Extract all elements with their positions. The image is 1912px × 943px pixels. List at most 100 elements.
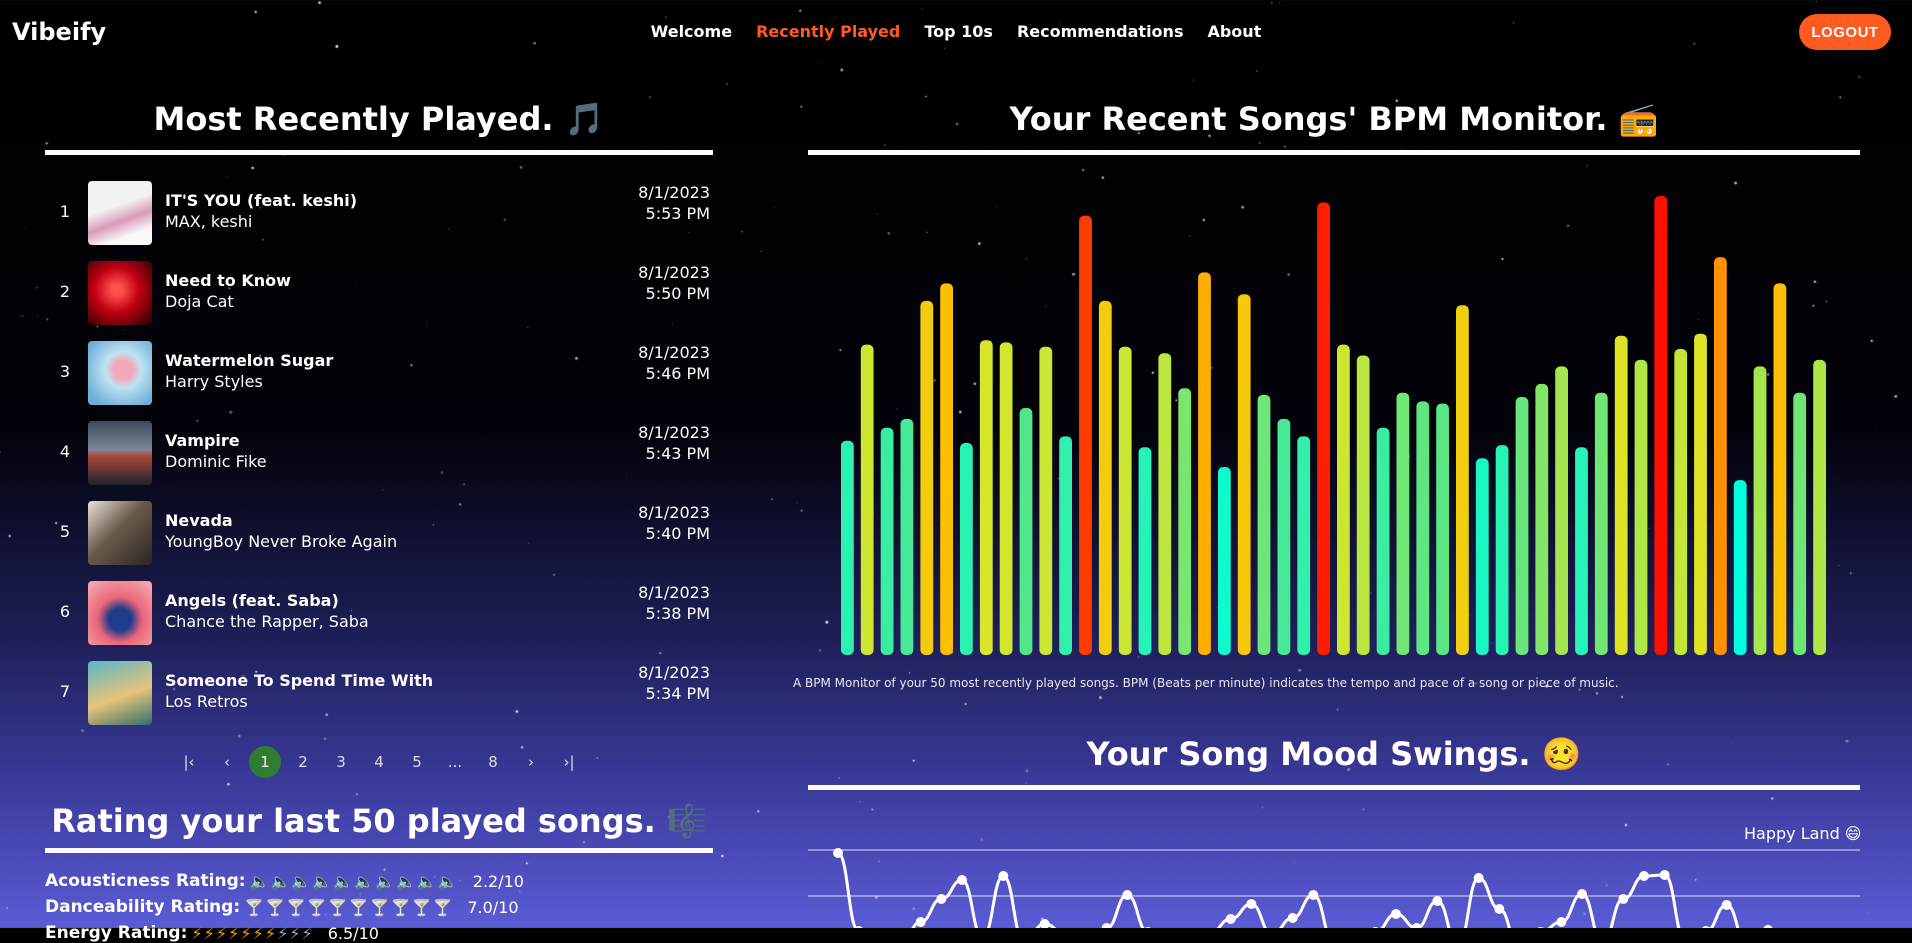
- mood-point[interactable]: [957, 875, 967, 885]
- nav-recommendations[interactable]: Recommendations: [1017, 22, 1184, 41]
- mood-point[interactable]: [833, 848, 843, 858]
- mood-point[interactable]: [1639, 871, 1649, 881]
- bpm-bar[interactable]: [1594, 392, 1608, 655]
- logout-button[interactable]: LOGOUT: [1799, 14, 1891, 50]
- track-name[interactable]: Angels (feat. Saba): [165, 591, 339, 610]
- bpm-bar[interactable]: [1416, 401, 1430, 655]
- bpm-bar[interactable]: [1356, 355, 1370, 656]
- bpm-bar[interactable]: [1118, 346, 1132, 655]
- bpm-bar[interactable]: [841, 440, 854, 655]
- track-name[interactable]: Watermelon Sugar: [165, 351, 333, 370]
- bpm-bar[interactable]: [1654, 195, 1668, 655]
- track-artist[interactable]: Chance the Rapper, Saba: [165, 612, 369, 631]
- bpm-bar[interactable]: [1039, 346, 1053, 655]
- bpm-bar[interactable]: [880, 427, 894, 655]
- track-row[interactable]: 3 Watermelon Sugar Harry Styles 8/1/2023 5:4…: [45, 338, 715, 408]
- mood-point[interactable]: [915, 917, 926, 927]
- mood-point[interactable]: [1287, 913, 1298, 923]
- bpm-bar[interactable]: [1317, 202, 1330, 656]
- page-button-4[interactable]: 4: [360, 747, 398, 777]
- track-name[interactable]: Someone To Spend Time With: [165, 671, 433, 690]
- track-row[interactable]: 4 Vampire Dominic Fike 8/1/2023 5:43 PM: [45, 418, 715, 488]
- mood-point[interactable]: [1308, 890, 1319, 900]
- mood-point[interactable]: [1391, 909, 1401, 919]
- bpm-bar[interactable]: [1257, 394, 1271, 655]
- bpm-bar[interactable]: [1079, 215, 1092, 655]
- bpm-bar[interactable]: [1634, 359, 1648, 655]
- track-artist[interactable]: MAX, keshi: [165, 212, 252, 231]
- bpm-bar[interactable]: [1555, 366, 1568, 655]
- bpm-bar[interactable]: [1098, 300, 1112, 655]
- bpm-bar[interactable]: [1614, 335, 1628, 655]
- album-art[interactable]: [88, 181, 152, 245]
- mood-point[interactable]: [1039, 919, 1050, 928]
- mood-point[interactable]: [1494, 904, 1505, 914]
- first-page-button[interactable]: |‹: [170, 747, 208, 777]
- bpm-bar[interactable]: [1059, 436, 1072, 655]
- mood-point[interactable]: [1225, 914, 1236, 924]
- bpm-bar[interactable]: [1694, 333, 1707, 655]
- mood-point[interactable]: [1473, 873, 1484, 883]
- page-button-3[interactable]: 3: [322, 747, 360, 777]
- bpm-bar[interactable]: [1436, 403, 1449, 655]
- bpm-bar[interactable]: [1019, 408, 1033, 655]
- bpm-bar[interactable]: [860, 344, 874, 655]
- bpm-bar[interactable]: [1337, 344, 1350, 655]
- mood-point[interactable]: [998, 871, 1009, 881]
- bpm-bar[interactable]: [1158, 353, 1172, 655]
- bpm-bar[interactable]: [900, 418, 914, 655]
- mood-point[interactable]: [1577, 889, 1587, 899]
- mood-point[interactable]: [1556, 917, 1567, 927]
- track-artist[interactable]: Harry Styles: [165, 372, 263, 391]
- album-art[interactable]: [88, 581, 152, 645]
- mood-point[interactable]: [1122, 890, 1133, 900]
- bpm-bar[interactable]: [1376, 427, 1390, 655]
- last-page-button[interactable]: ›|: [550, 747, 588, 777]
- page-button-8[interactable]: 8: [474, 747, 512, 777]
- track-artist[interactable]: Los Retros: [165, 692, 248, 711]
- track-name[interactable]: Need to Know: [165, 271, 291, 290]
- bpm-bar[interactable]: [1297, 436, 1311, 655]
- mood-point[interactable]: [936, 894, 947, 904]
- track-name[interactable]: IT'S YOU (feat. keshi): [165, 191, 357, 210]
- bpm-bar[interactable]: [1674, 349, 1688, 655]
- mood-point[interactable]: [1246, 899, 1257, 909]
- bpm-bar[interactable]: [1218, 467, 1231, 655]
- mood-point[interactable]: [1618, 894, 1629, 904]
- track-name[interactable]: Nevada: [165, 511, 233, 530]
- nav-top-10s[interactable]: Top 10s: [924, 22, 993, 41]
- bpm-bar[interactable]: [1733, 480, 1747, 655]
- bpm-bar[interactable]: [1535, 383, 1549, 655]
- nav-about[interactable]: About: [1207, 22, 1261, 41]
- album-art[interactable]: [88, 421, 152, 485]
- bpm-bar[interactable]: [1277, 418, 1291, 655]
- next-page-button[interactable]: ›: [512, 747, 550, 777]
- track-row[interactable]: 2 Need to Know Doja Cat 8/1/2023 5:50 PM: [45, 258, 715, 328]
- bpm-bar[interactable]: [1813, 359, 1826, 655]
- bpm-bar[interactable]: [999, 342, 1013, 655]
- album-art[interactable]: [88, 261, 152, 325]
- mood-point[interactable]: [1721, 900, 1732, 910]
- page-button-5[interactable]: 5: [398, 747, 436, 777]
- bpm-bar[interactable]: [1575, 447, 1588, 655]
- track-row[interactable]: 6 Angels (feat. Saba) Chance the Rapper, S…: [45, 578, 715, 648]
- mood-point[interactable]: [1659, 870, 1670, 880]
- nav-welcome[interactable]: Welcome: [651, 22, 732, 41]
- track-row[interactable]: 7 Someone To Spend Time With Los Retros 8/1…: [45, 658, 715, 728]
- mood-point[interactable]: [1101, 923, 1112, 928]
- track-artist[interactable]: Doja Cat: [165, 292, 234, 311]
- bpm-bar[interactable]: [1793, 392, 1807, 655]
- bpm-bar[interactable]: [1515, 397, 1529, 655]
- track-row[interactable]: 5 Nevada YoungBoy Never Broke Again 8/1/202…: [45, 498, 715, 568]
- bpm-bar[interactable]: [1753, 366, 1767, 655]
- bpm-bar[interactable]: [979, 340, 993, 655]
- bpm-bar[interactable]: [1456, 305, 1469, 655]
- bpm-bar[interactable]: [920, 300, 934, 655]
- bpm-bar[interactable]: [960, 443, 973, 655]
- page-button-1[interactable]: 1: [249, 746, 281, 778]
- album-art[interactable]: [88, 341, 152, 405]
- track-name[interactable]: Vampire: [165, 431, 240, 450]
- mood-point[interactable]: [1411, 923, 1422, 928]
- track-artist[interactable]: Dominic Fike: [165, 452, 267, 471]
- bpm-bar[interactable]: [1495, 445, 1509, 655]
